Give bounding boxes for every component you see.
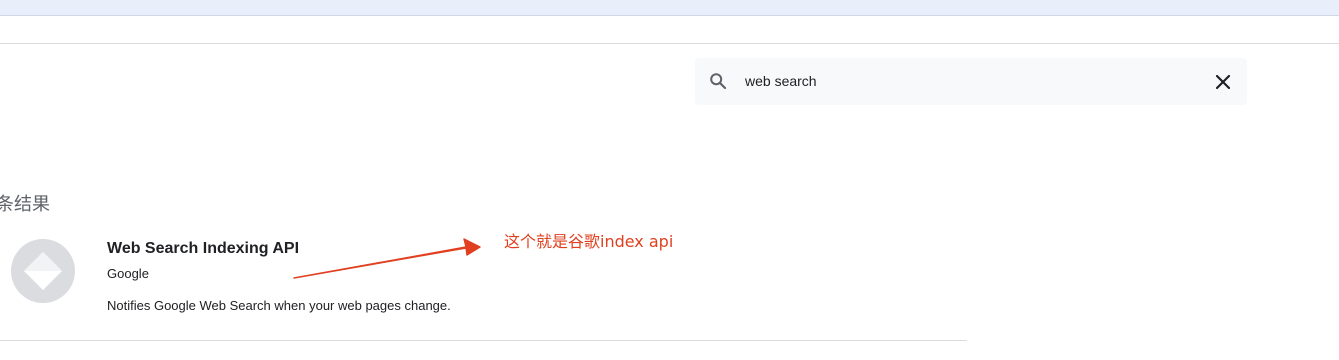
- close-icon: [1215, 74, 1231, 90]
- result-divider: [0, 340, 967, 341]
- results-count: 条结果: [0, 194, 50, 215]
- clear-search-button[interactable]: [1211, 70, 1235, 94]
- result-provider: Google: [107, 266, 149, 281]
- diamond-api-icon: [11, 239, 75, 303]
- header-divider: [0, 43, 1339, 44]
- search-input[interactable]: [745, 68, 1185, 94]
- result-title[interactable]: Web Search Indexing API: [107, 240, 299, 258]
- annotation-text: 这个就是谷歌index api: [504, 232, 674, 251]
- browser-top-strip: [0, 0, 1339, 16]
- annotation-arrow: [293, 238, 481, 279]
- search-bar[interactable]: [695, 58, 1247, 105]
- search-icon: [709, 72, 727, 90]
- result-description: Notifies Google Web Search when your web…: [107, 298, 451, 313]
